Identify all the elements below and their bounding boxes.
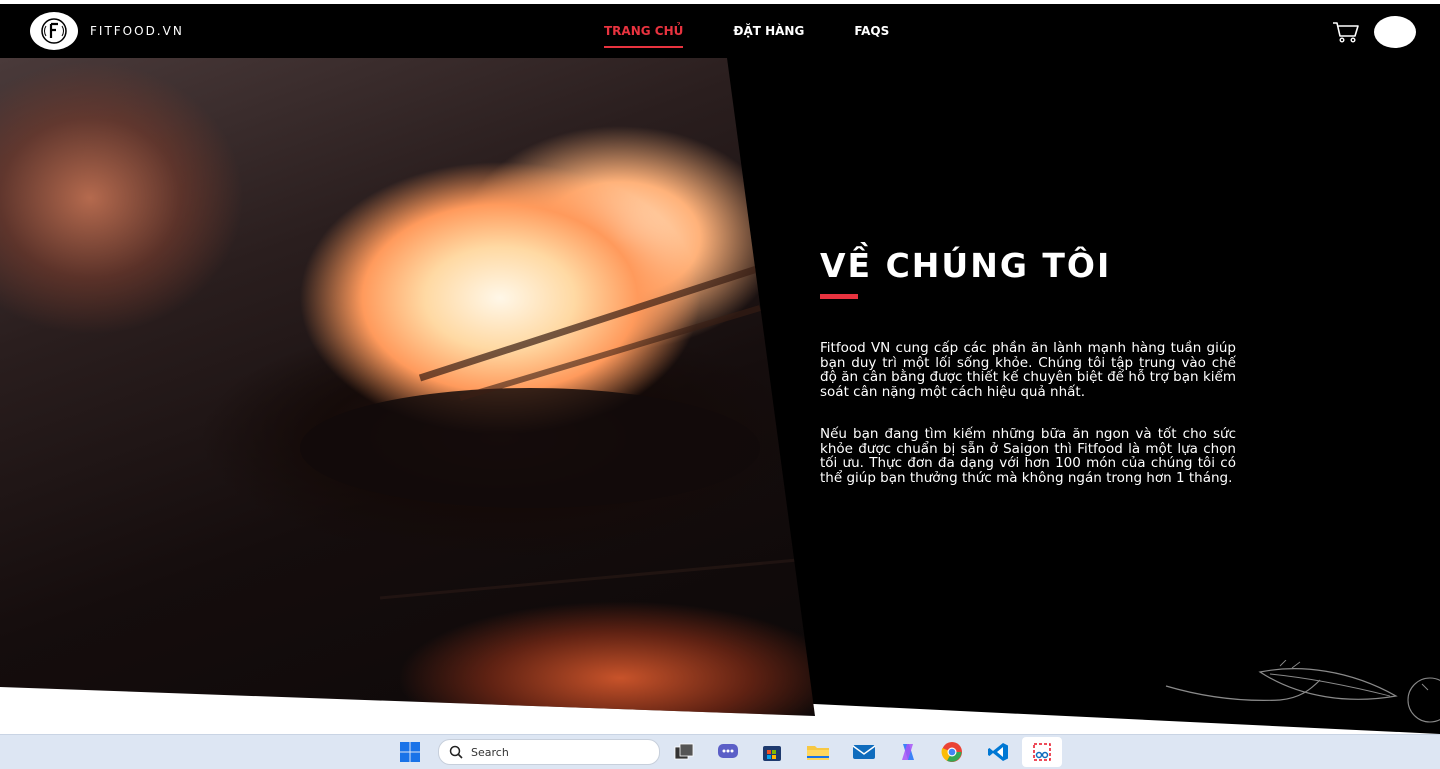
about-paragraph-2: Nếu bạn đang tìm kiếm những bữa ăn ngon …: [820, 426, 1236, 486]
title-underline: [820, 294, 858, 299]
logo[interactable]: FITFOOD.VN: [30, 12, 184, 50]
vscode-icon[interactable]: [986, 740, 1010, 764]
nav-faqs[interactable]: FAQS: [854, 24, 889, 38]
navbar: FITFOOD.VN TRANG CHỦ ĐẶT HÀNG FAQS: [0, 4, 1440, 58]
about-paragraph-1: Fitfood VN cung cấp các phần ăn lành mạn…: [820, 340, 1236, 400]
main-nav: TRANG CHỦ ĐẶT HÀNG FAQS: [604, 4, 889, 58]
flaming-pan-photo: [0, 58, 815, 716]
snipping-tool-icon[interactable]: [1030, 740, 1054, 764]
about-content: VỀ CHÚNG TÔI Fitfood VN cung cấp các phầ…: [820, 246, 1236, 485]
file-explorer-icon[interactable]: [806, 740, 830, 764]
nav-dat-hang[interactable]: ĐẶT HÀNG: [733, 24, 804, 38]
windows-taskbar: Search: [0, 734, 1440, 769]
chrome-icon[interactable]: [940, 740, 964, 764]
herb-sketch-icon: [1165, 660, 1440, 723]
copilot-icon[interactable]: [896, 740, 920, 764]
logo-mark-icon: [30, 12, 78, 50]
about-title: VỀ CHÚNG TÔI: [820, 246, 1112, 285]
search-icon: [449, 745, 463, 759]
nav-trang-chu[interactable]: TRANG CHỦ: [604, 24, 684, 48]
cart-icon[interactable]: [1332, 20, 1360, 44]
task-view-icon[interactable]: [672, 740, 696, 764]
windows-start-icon[interactable]: [398, 740, 422, 764]
store-icon[interactable]: [760, 740, 784, 764]
mail-icon[interactable]: [852, 740, 876, 764]
logo-text: FITFOOD.VN: [90, 24, 184, 38]
chat-icon[interactable]: [716, 740, 740, 764]
taskbar-search[interactable]: Search: [438, 739, 660, 765]
user-avatar-icon[interactable]: [1374, 16, 1416, 48]
photo-details: [379, 264, 815, 600]
search-placeholder: Search: [471, 745, 509, 759]
about-section: VỀ CHÚNG TÔI Fitfood VN cung cấp các phầ…: [0, 58, 1440, 734]
